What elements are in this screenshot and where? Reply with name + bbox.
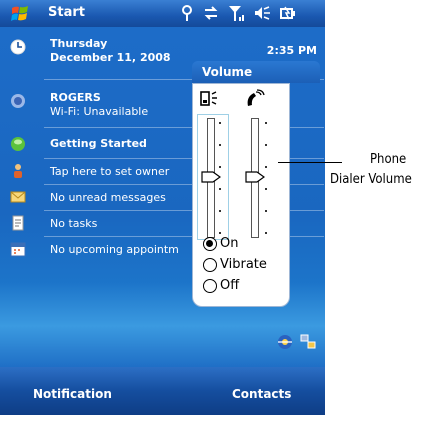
wifi-status: Wi-Fi: Unavailable [50,105,149,118]
owner-icon [14,164,22,178]
radio-off-button[interactable] [203,278,217,293]
signal-icon[interactable] [228,4,244,22]
softkey-bar: Notification Contacts [0,367,325,415]
getting-started-icon [11,137,25,151]
title-bar: Start [0,0,325,27]
windows-flag-icon[interactable] [10,4,30,24]
internet-explorer-icon[interactable] [276,333,294,351]
network-icon [11,94,25,108]
appointments-label: No upcoming appointm [50,243,179,256]
slider-tick [265,122,267,124]
slider-tick [265,144,267,146]
radio-off-label: Off [220,278,240,293]
date-day: Thursday [50,37,108,50]
radio-off[interactable]: Off [203,278,239,293]
slider-tick [265,166,267,168]
time-label: 2:35 PM [266,44,317,57]
volume-popup: On Vibrate Off [192,83,290,307]
speaker-vibrate-icon [200,91,217,106]
carrier-name: ROGERS [50,91,101,104]
slider-tick [219,188,221,190]
notification-softkey[interactable]: Notification [33,387,112,401]
radio-on-label: On [220,236,239,251]
slider-tick [265,210,267,212]
slider-tick [219,144,221,146]
radio-on[interactable]: On [203,236,238,251]
callout-line2: Dialer Volume [330,172,412,187]
tasks-icon [12,215,24,231]
messages-label: No unread messages [50,191,166,204]
volume-popup-title: Volume [192,61,320,83]
getting-started-label: Getting Started [50,137,147,150]
volume-title: Volume [202,65,253,79]
slider-tick [219,210,221,212]
messages-icon [10,191,26,203]
radio-vibrate[interactable]: Vibrate [203,257,267,272]
tasks-label: No tasks [50,217,98,230]
phone-handset-icon [247,89,265,106]
phone-volume-thumb[interactable] [245,171,265,183]
battery-icon[interactable] [280,5,296,21]
status-icons [180,3,296,23]
sync-icon[interactable] [203,5,219,21]
system-volume-thumb[interactable] [201,171,221,183]
date-full: December 11, 2008 [50,51,171,64]
slider-tick [265,232,267,234]
start-label[interactable]: Start [48,5,85,20]
radio-vibrate-label: Vibrate [220,257,267,272]
slider-tick [219,122,221,124]
connection-tray-icon[interactable] [299,333,317,351]
contacts-softkey[interactable]: Contacts [232,387,291,401]
radio-vibrate-button[interactable] [203,257,217,272]
radio-on-button[interactable] [203,236,217,251]
owner-label: Tap here to set owner [50,165,170,178]
speaker-icon[interactable] [253,5,271,21]
callout-line1: Phone [370,152,407,167]
callout-line [278,162,342,163]
clock-icon [10,39,26,55]
slider-tick [219,166,221,168]
slider-tick [219,232,221,234]
calendar-icon [10,242,26,257]
connectivity-icon[interactable] [180,4,194,22]
slider-tick [265,188,267,190]
